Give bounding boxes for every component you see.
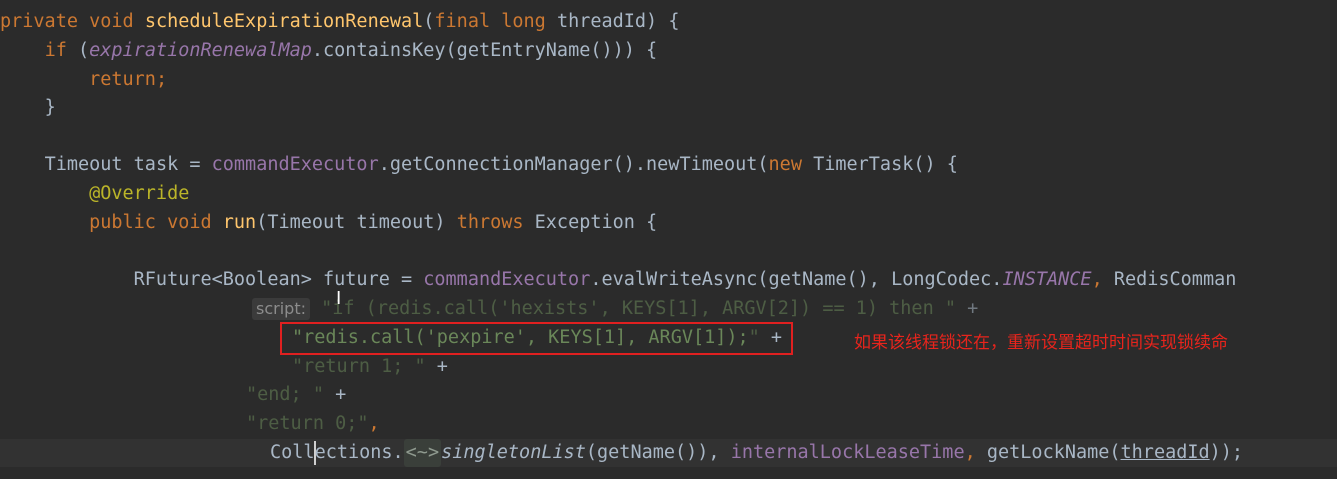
annotation: @Override bbox=[89, 183, 190, 204]
code-text: , bbox=[1091, 269, 1114, 290]
static-method: singletonList bbox=[441, 442, 586, 463]
code-line-8[interactable]: public void run(Timeout timeout) throws … bbox=[0, 209, 1337, 237]
code-text: )); bbox=[1209, 442, 1244, 463]
field-name: internalLockLeaseTime bbox=[730, 442, 965, 463]
code-text: + bbox=[323, 384, 347, 405]
code-line-15[interactable]: "return 0;", bbox=[246, 410, 1337, 438]
keyword: void bbox=[89, 11, 134, 32]
code-text: Exception { bbox=[523, 212, 658, 233]
string-literal: "if (redis.call('hexists', KEYS[1], ARGV… bbox=[321, 298, 956, 319]
code-line-10[interactable]: RFuture<Boolean> future = commandExecuto… bbox=[0, 266, 1337, 294]
code-text: , bbox=[964, 442, 987, 463]
keyword: new bbox=[768, 154, 802, 175]
parameter-hint: script: bbox=[252, 298, 310, 320]
keyword: private bbox=[0, 11, 78, 32]
keyword: if bbox=[44, 40, 67, 61]
code-text: ( bbox=[66, 40, 90, 61]
code-line-7[interactable]: @Override bbox=[0, 180, 1337, 208]
code-text: (Timeout timeout) bbox=[256, 212, 457, 233]
mouse-ibeam-cursor: I bbox=[336, 288, 342, 309]
code-text: <Boolean> bbox=[211, 269, 312, 290]
code-text: , bbox=[368, 413, 380, 434]
code-line-1[interactable]: private void scheduleExpirationRenewal(f… bbox=[0, 8, 1337, 36]
code-line-16[interactable]: Collections. <~> singletonList(getName()),… bbox=[0, 439, 1337, 467]
code-text: RFuture bbox=[133, 269, 212, 290]
code-text: .evalWriteAsync(getName(), LongCodec. bbox=[590, 269, 1003, 290]
keyword: public bbox=[89, 212, 156, 233]
annotation-note: 如果该线程锁还在，重新设置超时时间实现锁续命 bbox=[854, 333, 1228, 353]
keyword: final bbox=[434, 11, 491, 32]
code-text: .getConnectionManager().newTimeout( bbox=[378, 154, 769, 175]
class-name: ections. bbox=[314, 442, 404, 463]
code-text: Timeout task = bbox=[44, 154, 212, 175]
parameter-reference: threadId bbox=[1120, 442, 1210, 463]
code-line-2[interactable]: if (expirationRenewalMap.containsKey(get… bbox=[0, 37, 1337, 65]
code-text: + bbox=[956, 298, 979, 319]
code-text: ; bbox=[155, 69, 168, 90]
code-text: future = bbox=[311, 269, 424, 290]
code-line-4[interactable]: } bbox=[0, 94, 1337, 122]
code-line-6[interactable]: Timeout task = commandExecutor.getConnec… bbox=[0, 151, 1337, 179]
code-line-11[interactable]: script: "if (redis.call('hexists', KEYS[… bbox=[252, 295, 1337, 323]
code-text: ( bbox=[423, 11, 435, 32]
method-name: run bbox=[222, 212, 257, 233]
code-line-14[interactable]: "end; " + bbox=[246, 381, 1337, 409]
highlight-box bbox=[280, 322, 793, 355]
field-name: expirationRenewalMap bbox=[89, 40, 312, 61]
code-line-3[interactable]: return; bbox=[0, 66, 1337, 94]
keyword: void bbox=[167, 212, 212, 233]
folded-generic[interactable]: <~> bbox=[403, 439, 442, 467]
code-text: (getName()), bbox=[585, 442, 731, 463]
code-text: threadId) { bbox=[545, 11, 680, 32]
code-text: + bbox=[425, 356, 448, 377]
class-name: Coll bbox=[270, 442, 315, 463]
method-name: scheduleExpirationRenewal bbox=[144, 11, 424, 32]
field-name: commandExecutor bbox=[423, 269, 591, 290]
string-literal: "return 0;" bbox=[246, 413, 369, 434]
code-text: getLockName( bbox=[986, 442, 1121, 463]
code-text: RedisComman bbox=[1113, 269, 1237, 290]
string-literal: "end; " bbox=[246, 384, 324, 405]
code-text: } bbox=[44, 97, 56, 118]
code-line-13[interactable]: "return 1; " + bbox=[292, 353, 1337, 381]
keyword: long bbox=[501, 11, 546, 32]
keyword: throws bbox=[456, 212, 524, 233]
field-name: commandExecutor bbox=[211, 154, 379, 175]
code-text: TimerTask() { bbox=[801, 154, 958, 175]
code-text: .containsKey(getEntryName())) { bbox=[311, 40, 658, 61]
static-field: INSTANCE bbox=[1002, 269, 1092, 290]
keyword: return bbox=[89, 69, 156, 90]
string-literal: "return 1; " bbox=[292, 356, 426, 377]
